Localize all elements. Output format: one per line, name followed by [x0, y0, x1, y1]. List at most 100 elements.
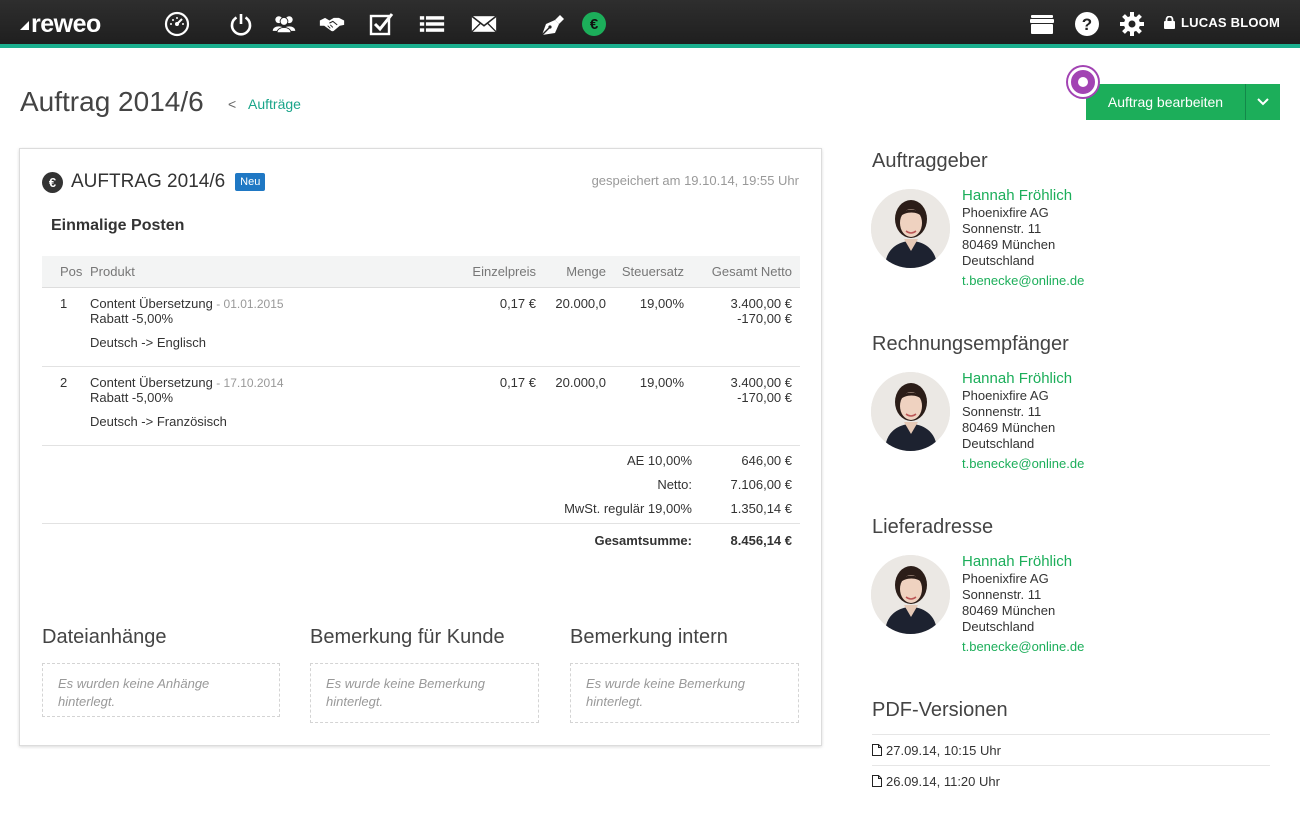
pdf-version-label: 27.09.14, 10:15 Uhr: [886, 742, 1001, 758]
contact-country: Deutschland: [962, 436, 1035, 451]
column-header-quantity: Menge: [544, 256, 614, 288]
euro-icon[interactable]: €: [579, 9, 609, 39]
dashboard-icon[interactable]: [162, 9, 192, 39]
customer-note-empty: Es wurde keine Bemerkung hinterlegt.: [310, 663, 539, 723]
avatar: [871, 372, 950, 451]
internal-note-empty: Es wurde keine Bemerkung hinterlegt.: [570, 663, 799, 723]
product-name: Content Übersetzung: [90, 374, 213, 390]
contact-company: Phoenixfire AG: [962, 571, 1049, 586]
positions-table: Pos Produkt Einzelpreis Menge Steuersatz…: [42, 256, 800, 446]
contact-city: 80469 München: [962, 237, 1056, 252]
order-card: € AUFTRAG 2014/6 Neu gespeichert am 19.1…: [19, 148, 822, 746]
contact-street: Sonnenstr. 11: [962, 221, 1042, 236]
row-quantity: 20.000,0: [555, 374, 606, 390]
pdf-version-item[interactable]: 26.09.14, 11:20 Uhr: [872, 765, 1270, 796]
product-name: Content Übersetzung: [90, 295, 213, 311]
row-pos: 2: [60, 374, 68, 390]
lock-icon: [1164, 16, 1176, 29]
contact-email[interactable]: t.benecke@online.de: [962, 456, 1084, 472]
chevron-left-icon: <: [228, 96, 237, 112]
contact-name[interactable]: Hannah Fröhlich: [962, 187, 1084, 205]
document-icon: [872, 744, 882, 756]
row-net: 3.400,00 €: [730, 374, 792, 390]
total-vat-value: 1.350,14 €: [730, 501, 792, 516]
product-date: - 01.01.2015: [212, 296, 284, 311]
product-date: - 17.10.2014: [212, 375, 284, 390]
customer-note-heading: Bemerkung für Kunde: [310, 626, 505, 648]
grand-total-value: 8.456,14 €: [730, 533, 792, 548]
power-icon[interactable]: [226, 9, 256, 39]
breadcrumb-link[interactable]: Aufträge: [248, 96, 301, 112]
row-unit-price: 0,17 €: [499, 295, 536, 311]
edit-order-button[interactable]: Auftrag bearbeiten: [1086, 84, 1245, 120]
contact-email[interactable]: t.benecke@online.de: [962, 639, 1084, 655]
cursor-marker: [1068, 67, 1098, 97]
handshake-icon[interactable]: [317, 9, 347, 39]
contact-country: Deutschland: [962, 619, 1035, 634]
row-quantity: 20.000,0: [555, 295, 606, 311]
svg-text:€: €: [590, 16, 599, 33]
shipping-info: Hannah Fröhlich Phoenixfire AG Sonnenstr…: [962, 553, 1084, 655]
table-row: 1 Content Übersetzung - 01.01.2015 0,17 …: [42, 287, 800, 311]
saved-timestamp: gespeichert am 19.10.14, 19:55 Uhr: [591, 173, 799, 188]
row-tax: 19,00%: [639, 374, 684, 390]
row-discount-value: -170,00 €: [737, 390, 792, 405]
contact-country: Deutschland: [962, 253, 1035, 268]
client-info: Hannah Fröhlich Phoenixfire AG Sonnenstr…: [962, 187, 1084, 289]
help-icon[interactable]: ?: [1072, 9, 1102, 39]
attachments-heading: Dateianhänge: [42, 626, 167, 648]
contact-city: 80469 München: [962, 603, 1056, 618]
order-title: € AUFTRAG 2014/6 Neu: [42, 171, 266, 193]
gear-icon[interactable]: [1117, 9, 1147, 39]
contact-email[interactable]: t.benecke@online.de: [962, 273, 1084, 289]
total-net-value: 7.106,00 €: [730, 477, 792, 492]
total-net-label: Netto:: [657, 477, 692, 492]
table-row-language: Deutsch -> Französisch: [42, 414, 800, 446]
chevron-down-icon: [1257, 98, 1269, 106]
table-header-row: Pos Produkt Einzelpreis Menge Steuersatz…: [42, 256, 800, 288]
column-header-tax: Steuersatz: [614, 256, 692, 288]
status-badge: Neu: [235, 173, 266, 191]
table-row: 2 Content Übersetzung - 17.10.2014 0,17 …: [42, 366, 800, 390]
column-header-net: Gesamt Netto: [692, 256, 800, 288]
pen-icon[interactable]: [537, 9, 567, 39]
edit-dropdown-button[interactable]: [1245, 84, 1280, 120]
total-ae-label: AE 10,00%: [626, 453, 692, 468]
pdf-version-label: 26.09.14, 11:20 Uhr: [886, 773, 1000, 789]
pdf-version-item[interactable]: 27.09.14, 10:15 Uhr: [872, 734, 1270, 765]
grand-total-label: Gesamtsumme:: [594, 533, 692, 548]
row-product: Content Übersetzung - 01.01.2015: [90, 287, 444, 311]
billing-info: Hannah Fröhlich Phoenixfire AG Sonnenstr…: [962, 370, 1084, 472]
svg-text:?: ?: [1082, 15, 1092, 34]
reweo-logo[interactable]: reweo: [20, 10, 101, 38]
archive-icon[interactable]: [1027, 9, 1057, 39]
row-language: Deutsch -> Englisch: [90, 335, 444, 367]
row-discount: Rabatt -5,00%: [90, 311, 174, 326]
client-heading: Auftraggeber: [872, 150, 988, 172]
row-discount: Rabatt -5,00%: [90, 390, 174, 405]
list-icon[interactable]: [417, 9, 447, 39]
table-row-discount: Rabatt -5,00% -170,00 €: [42, 390, 800, 414]
page-title: Auftrag 2014/6: [20, 86, 204, 117]
contact-name[interactable]: Hannah Fröhlich: [962, 553, 1084, 571]
mail-icon[interactable]: [469, 9, 499, 39]
column-header-unit-price: Einzelpreis: [444, 256, 544, 288]
row-pos: 1: [60, 295, 68, 311]
contact-street: Sonnenstr. 11: [962, 587, 1042, 602]
row-discount-value: -170,00 €: [737, 311, 792, 326]
row-language: Deutsch -> Französisch: [90, 414, 444, 446]
section-heading: Einmalige Posten: [51, 217, 185, 234]
column-header-pos: Pos: [42, 256, 90, 288]
document-icon: [872, 775, 882, 787]
shipping-heading: Lieferadresse: [872, 516, 994, 538]
user-name: LUCAS BLOOM: [1181, 15, 1280, 30]
row-product: Content Übersetzung - 17.10.2014: [90, 366, 444, 390]
contact-name[interactable]: Hannah Fröhlich: [962, 370, 1084, 388]
user-menu[interactable]: LUCAS BLOOM: [1164, 15, 1280, 30]
total-vat-label: MwSt. regulär 19,00%: [564, 501, 692, 516]
order-title-text: AUFTRAG 2014/6: [71, 171, 226, 192]
contacts-icon[interactable]: [269, 9, 299, 39]
row-tax: 19,00%: [639, 295, 684, 311]
tasks-icon[interactable]: [366, 9, 396, 39]
pdf-heading: PDF-Versionen: [872, 699, 1008, 721]
